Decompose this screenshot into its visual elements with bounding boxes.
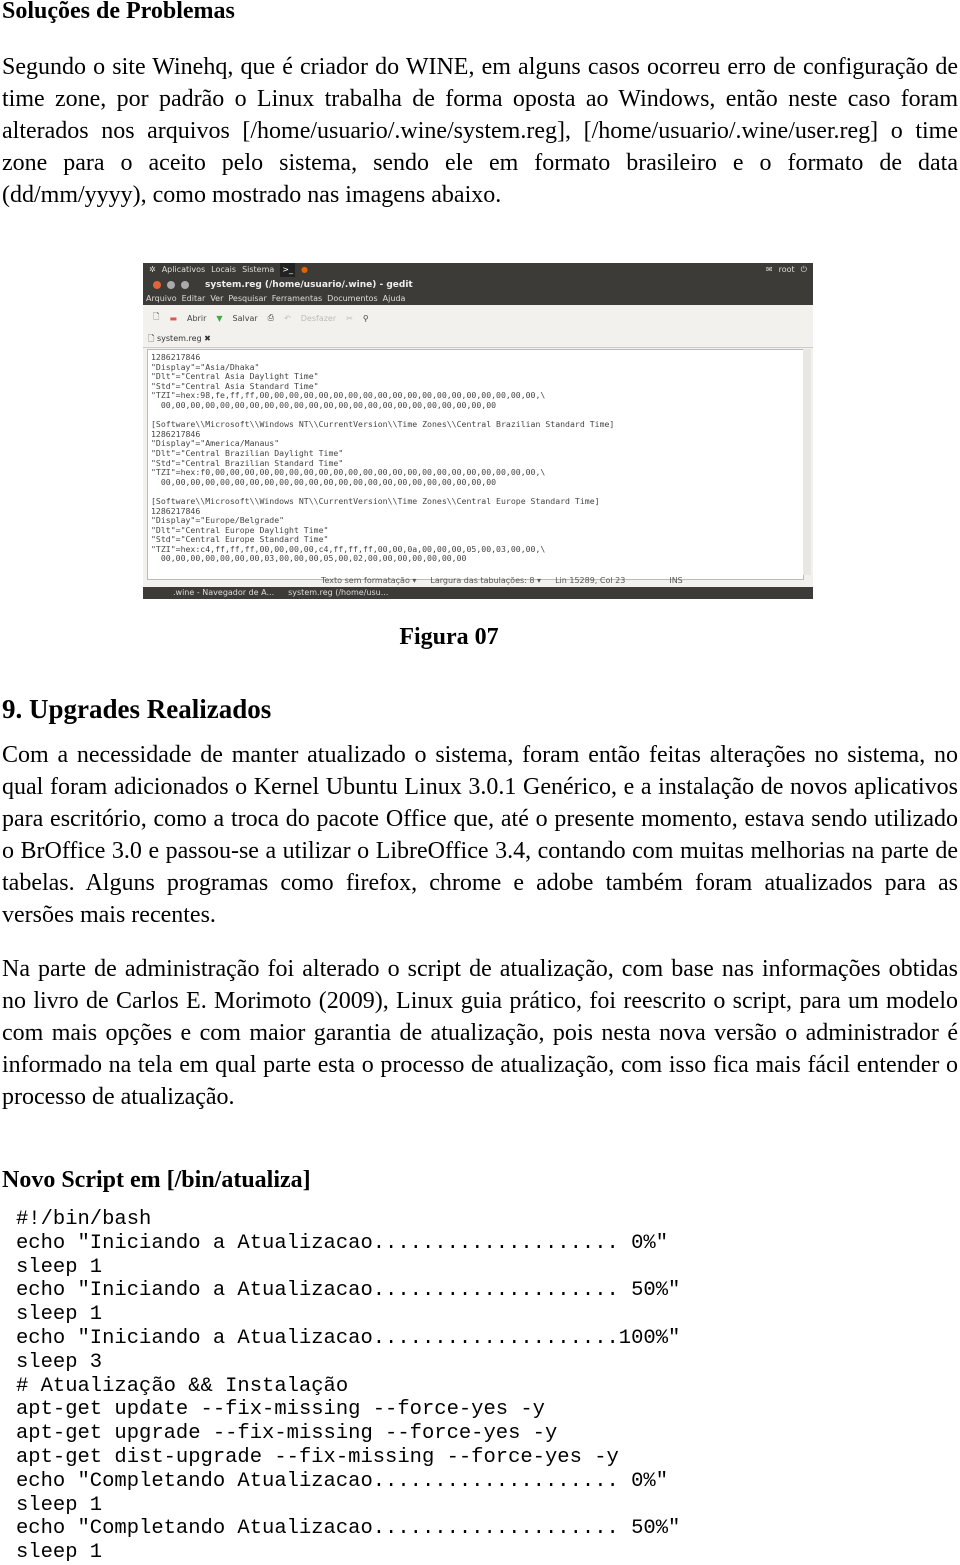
window-titlebar: system.reg (/home/usuario/.wine) - gedit	[143, 277, 813, 293]
cut-icon: ✂	[346, 313, 353, 323]
save-icon: ▼	[216, 313, 223, 323]
code-line: #!/bin/bash	[16, 1208, 152, 1231]
section-title: Soluções de Problemas	[2, 0, 235, 24]
window-title: system.reg (/home/usuario/.wine) - gedit	[205, 280, 413, 290]
section2-title: 9. Upgrades Realizados	[2, 694, 272, 724]
gedit-screenshot: ✲ Aplicativos Locais Sistema >_ ● ✉ root…	[143, 263, 813, 599]
code-line: sleep 1	[16, 1303, 103, 1327]
document-tab: 🗋 system.reg ✖	[143, 331, 813, 348]
tab-label: system.reg	[156, 334, 202, 343]
paragraph-script: Na parte de administração foi alterado o…	[2, 956, 958, 1110]
code-line: apt-get update --fix-missing --force-yes…	[16, 1398, 545, 1422]
undo-icon: ↶	[284, 313, 291, 323]
minimize-icon	[167, 281, 175, 289]
editor-line: [Software\\Microsoft\\Windows NT\\Curren…	[151, 419, 615, 430]
editor-line: 00,00,00,00,00,00,00,03,00,00,00,05,00,0…	[151, 553, 467, 564]
code-line: sleep 1	[16, 1541, 103, 1565]
firefox-icon: ●	[301, 265, 308, 274]
code-line: echo "Iniciando a Atualizacao...........…	[16, 1326, 681, 1350]
menu-item: Arquivo	[146, 294, 177, 303]
code-line: # Atualização && Instalação	[16, 1374, 349, 1398]
editor-text: 1286217846 "Display"="Asia/Dhaka" "Dlt"="C…	[147, 349, 804, 580]
maximize-icon	[181, 281, 189, 289]
status-bar: Texto sem formatação ▾ Largura das tabul…	[143, 575, 813, 587]
status-item: Largura das tabulações: 8 ▾	[430, 576, 542, 585]
status-item: Lin 15289, Col 23	[555, 576, 626, 585]
ubuntu-icon: ✲	[149, 265, 156, 274]
menu-item: Ver	[210, 294, 224, 303]
terminal-icon: >_	[280, 263, 295, 277]
status-item: Texto sem formatação ▾	[321, 576, 417, 585]
save-label: Salvar	[232, 313, 258, 323]
user-name: root	[778, 265, 795, 274]
open-icon: ▬	[169, 313, 177, 323]
paragraph-upgrades: Com a necessidade de manter atualizado o…	[2, 742, 958, 928]
code-line: sleep 1	[16, 1255, 103, 1279]
script-code: #!/bin/bash echo "Iniciando a Atualizacao…	[16, 1208, 680, 1565]
code-line: echo "Iniciando a Atualizacao...........…	[16, 1279, 681, 1303]
gnome-top-panel: ✲ Aplicativos Locais Sistema >_ ● ✉ root…	[143, 263, 813, 277]
open-label: Abrir	[187, 313, 207, 323]
paragraph-timezone: Segundo o site Winehq, que é criador do …	[2, 54, 958, 208]
menu-locais: Locais	[211, 265, 237, 274]
script-title: Novo Script em [/bin/atualiza]	[2, 1167, 311, 1193]
menu-bar: Arquivo Editar Ver Pesquisar Ferramentas…	[143, 293, 813, 305]
menu-sistema: Sistema	[242, 265, 275, 274]
code-line: echo "Iniciando a Atualizacao...........…	[16, 1231, 669, 1255]
close-icon	[153, 281, 161, 289]
editor-line: 00,00,00,00,00,00,00,00,00,00,00,00,00,0…	[151, 399, 497, 410]
code-line: apt-get dist-upgrade --fix-missing --for…	[16, 1445, 619, 1469]
search-icon: ⚲	[362, 313, 369, 323]
editor-line: 00,00,00,00,00,00,00,00,00,00,00,00,00,0…	[151, 476, 497, 487]
menu-aplicativos: Aplicativos	[161, 265, 206, 274]
code-line: echo "Completando Atualizacao...........…	[16, 1517, 681, 1541]
toolbar: 🗋 ▬ Abrir ▼ Salvar ⎙ ↶ Desfazer ✂ ⚲	[143, 305, 813, 331]
undo-label: Desfazer	[300, 313, 337, 323]
new-file-icon: 🗋	[153, 312, 160, 321]
power-icon: ⏻	[800, 265, 807, 274]
scrollbar	[803, 349, 811, 575]
code-line: apt-get upgrade --fix-missing --force-ye…	[16, 1422, 558, 1446]
code-line: sleep 1	[16, 1493, 103, 1517]
menu-item: Pesquisar	[228, 294, 267, 303]
menu-item: Documentos	[327, 294, 378, 303]
figure-caption: Figura 07	[399, 624, 499, 650]
status-item: INS	[669, 576, 683, 585]
taskbar-item: system.reg (/home/usu...	[288, 588, 389, 597]
taskbar: .wine - Navegador de A... system.reg (/h…	[143, 587, 813, 599]
code-line: sleep 3	[16, 1350, 103, 1374]
editor-line: [Software\\Microsoft\\Windows NT\\Curren…	[151, 495, 600, 506]
mail-icon: ✉	[765, 265, 773, 274]
print-icon: ⎙	[267, 313, 275, 322]
menu-item: Ferramentas	[271, 294, 323, 303]
taskbar-item: .wine - Navegador de A...	[173, 588, 275, 597]
menu-item: Editar	[181, 294, 206, 303]
code-line: echo "Completando Atualizacao...........…	[16, 1469, 669, 1493]
menu-item: Ajuda	[382, 294, 406, 303]
